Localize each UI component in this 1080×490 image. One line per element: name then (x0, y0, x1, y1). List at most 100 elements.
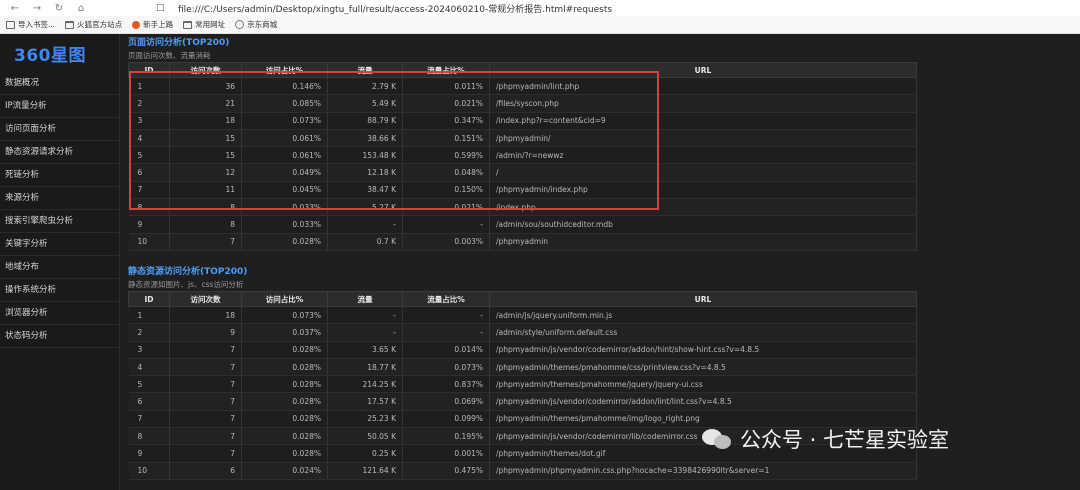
header-traffic-pct[interactable]: 流量占比% (402, 62, 490, 78)
url-field[interactable]: file:///C:/Users/admin/Desktop/xingtu_fu… (178, 2, 612, 15)
file-icon: □ (156, 3, 165, 13)
sidebar-item-dead-links[interactable]: 死链分析 (0, 164, 119, 187)
reload-icon[interactable]: ↻ (52, 1, 66, 15)
sidebar-item-browsers[interactable]: 浏览器分析 (0, 302, 119, 325)
address-bar: ← → ↻ ⌂ □ file:///C:/Users/admin/Desktop… (0, 0, 1080, 16)
cell-visit-pct: 0.024% (241, 462, 328, 480)
sidebar-item-page-visits[interactable]: 访问页面分析 (0, 118, 119, 141)
bookmark-firefox-site[interactable]: 火狐官方站点 (65, 19, 122, 30)
bookmark-jd[interactable]: 京东商城 (235, 19, 277, 30)
cell-traffic: 3.65 K (327, 341, 403, 359)
cell-visit-pct: 0.028% (241, 233, 328, 251)
header-id[interactable]: ID (128, 62, 170, 78)
cell-id: 4 (128, 358, 170, 377)
import-icon (6, 20, 15, 29)
cell-visit-pct: 0.033% (241, 198, 328, 217)
header-id[interactable]: ID (128, 291, 170, 307)
cell-visits: 36 (169, 77, 242, 96)
table-header-row: ID 访问次数 访问占比% 流量 流量占比% URL (128, 291, 917, 307)
header-url[interactable]: URL (489, 62, 917, 78)
back-icon[interactable]: ← (8, 1, 22, 15)
cell-id: 8 (128, 427, 170, 446)
table-row: 6 12 0.049% 12.18 K 0.048% / (128, 163, 917, 182)
cell-visit-pct: 0.028% (241, 392, 328, 411)
main-content: 页面访问分析(TOP200) 页面访问次数、流量消耗 ID 访问次数 访问占比%… (128, 34, 1080, 490)
sidebar-item-ip-traffic[interactable]: IP流量分析 (0, 95, 119, 118)
section-subtitle: 静态资源如图片、js、css访问分析 (128, 280, 244, 289)
sidebar-item-geo[interactable]: 地域分布 (0, 256, 119, 279)
cell-visit-pct: 0.073% (241, 306, 328, 325)
sidebar-item-status-codes[interactable]: 状态码分析 (0, 325, 119, 348)
header-visits[interactable]: 访问次数 (169, 291, 242, 307)
watermark-text: 公众号 · 七芒星实验室 (740, 428, 950, 452)
cell-id: 2 (128, 323, 170, 342)
cell-traffic-pct: 0.099% (402, 410, 490, 429)
cell-id: 2 (128, 94, 170, 113)
cell-traffic: 0.25 K (327, 444, 403, 463)
header-visits[interactable]: 访问次数 (169, 62, 242, 78)
table-row: 2 21 0.085% 5.49 K 0.021%/files/syscon.php (128, 94, 917, 113)
cell-traffic: 38.66 K (327, 129, 403, 148)
bookmark-common-sites[interactable]: 常用网址 (183, 19, 225, 30)
cell-traffic-pct: 0.195% (402, 427, 490, 446)
cell-traffic-pct: 0.021% (402, 198, 490, 217)
table-row: 10 6 0.024% 121.64 K 0.475%/phpmyadmin/phpmy… (128, 462, 917, 480)
header-traffic[interactable]: 流量 (327, 291, 403, 307)
cell-visit-pct: 0.073% (241, 112, 328, 130)
cell-id: 10 (128, 462, 170, 480)
table-body: 1 36 0.146% 2.79 K 0.011%/phpmyadmin/lint.ph… (128, 77, 917, 251)
table-header-row: ID 访问次数 访问占比% 流量 流量占比% URL (128, 62, 917, 78)
logo[interactable]: 360星图 (0, 34, 119, 72)
table-row: 9 8 0.033% - -/admin/sou/southidceditor.mdb (128, 215, 917, 234)
cell-traffic-pct: - (402, 215, 490, 234)
cell-url: /index.php?r=content&cid=9 (489, 112, 917, 130)
cell-url: /admin/js/jquery.uniform.min.js (489, 306, 917, 325)
bookmark-getting-started[interactable]: 新手上路 (132, 19, 173, 30)
cell-visit-pct: 0.028% (241, 427, 328, 446)
cell-traffic: 2.79 K (327, 77, 403, 96)
forward-icon[interactable]: → (30, 1, 44, 15)
cell-traffic-pct: 0.021% (402, 94, 490, 113)
header-url[interactable]: URL (489, 291, 917, 307)
sidebar-item-crawlers[interactable]: 搜索引擎爬虫分析 (0, 210, 119, 233)
cell-traffic: 5.27 K (327, 198, 403, 217)
cell-url: /phpmyadmin/themes/pmahomme/jquery/jquer… (489, 375, 917, 394)
cell-traffic: 25.23 K (327, 410, 403, 429)
cell-traffic: 17.57 K (327, 392, 403, 411)
cell-visits: 7 (169, 358, 242, 377)
cell-traffic-pct: - (402, 323, 490, 342)
cell-id: 5 (128, 146, 170, 165)
cell-visits: 12 (169, 163, 242, 182)
cell-traffic: - (327, 306, 403, 325)
section-subtitle: 页面访问次数、流量消耗 (128, 51, 211, 60)
cell-url: /index.php (489, 198, 917, 217)
sidebar-item-keywords[interactable]: 关键字分析 (0, 233, 119, 256)
home-icon[interactable]: ⌂ (74, 1, 88, 15)
cell-visits: 8 (169, 198, 242, 217)
table-row: 3 7 0.028% 3.65 K 0.014%/phpmyadmin/js/vendo… (128, 341, 917, 359)
cell-visit-pct: 0.049% (241, 163, 328, 182)
cell-traffic-pct: 0.475% (402, 462, 490, 480)
header-visit-pct[interactable]: 访问占比% (241, 62, 328, 78)
cell-url: /files/syscon.php (489, 94, 917, 113)
cell-visits: 21 (169, 94, 242, 113)
cell-visits: 7 (169, 444, 242, 463)
header-traffic[interactable]: 流量 (327, 62, 403, 78)
cell-traffic: 153.48 K (327, 146, 403, 165)
cell-url: /phpmyadmin/index.php (489, 181, 917, 200)
sidebar-item-overview[interactable]: 数据概况 (0, 72, 119, 95)
cell-visits: 7 (169, 375, 242, 394)
cell-url: /phpmyadmin/ (489, 129, 917, 148)
sidebar-item-referrers[interactable]: 来源分析 (0, 187, 119, 210)
bookmark-import[interactable]: 导入书签... (6, 19, 55, 30)
cell-url: /phpmyadmin/lint.php (489, 77, 917, 96)
header-traffic-pct[interactable]: 流量占比% (402, 291, 490, 307)
header-visit-pct[interactable]: 访问占比% (241, 291, 328, 307)
cell-traffic-pct: 0.001% (402, 444, 490, 463)
cell-id: 3 (128, 112, 170, 130)
table-row: 7 11 0.045% 38.47 K 0.150%/phpmyadmin/index.… (128, 181, 917, 200)
sidebar-item-os[interactable]: 操作系统分析 (0, 279, 119, 302)
cell-visits: 15 (169, 146, 242, 165)
cell-traffic-pct: 0.151% (402, 129, 490, 148)
sidebar-item-static-resources[interactable]: 静态资源请求分析 (0, 141, 119, 164)
